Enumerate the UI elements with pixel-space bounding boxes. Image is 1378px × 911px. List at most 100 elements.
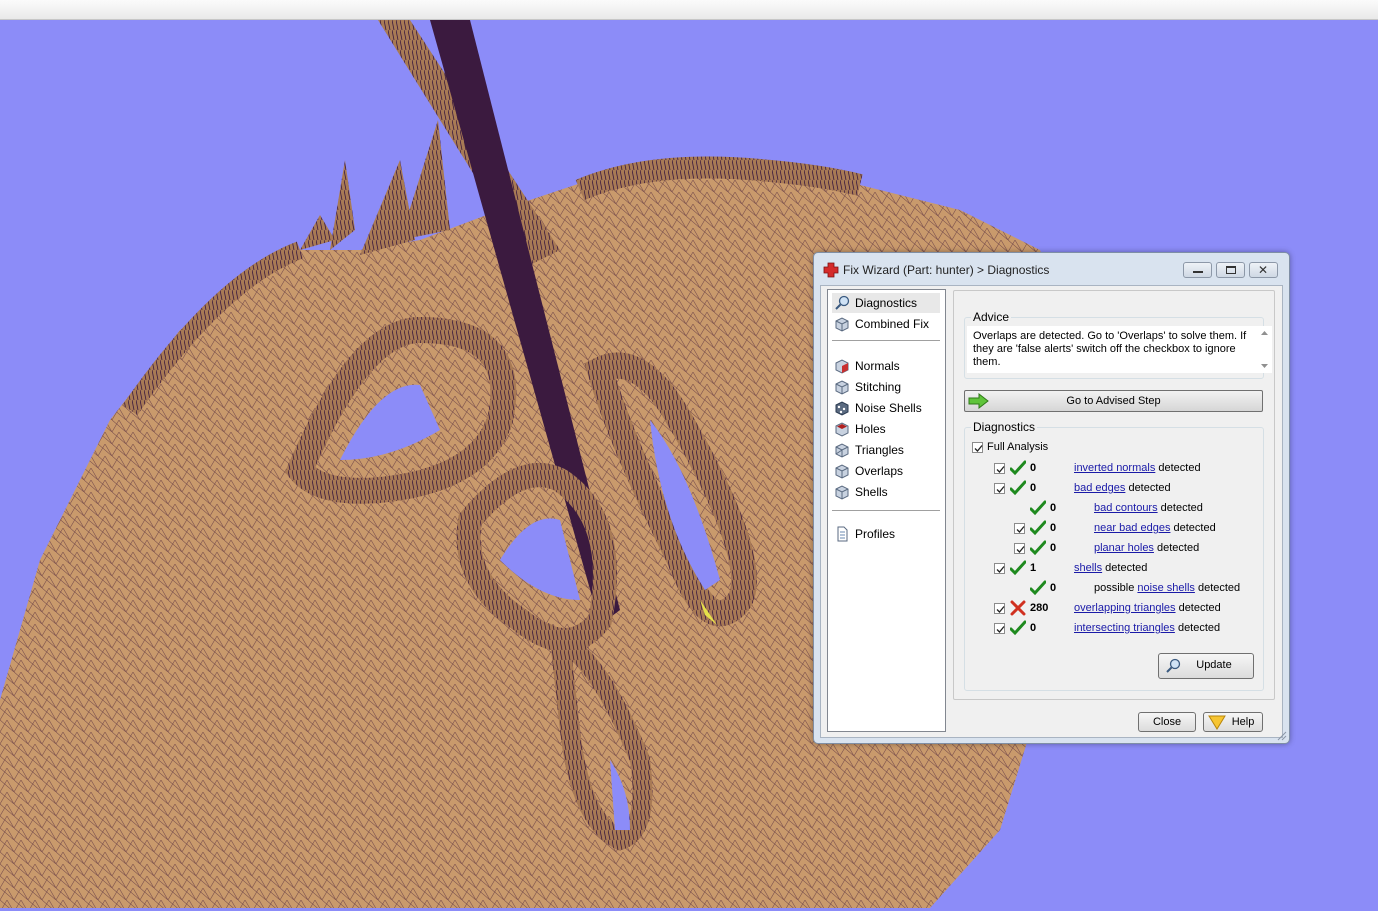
full-analysis-checkbox-row[interactable]: Full Analysis [972, 439, 1172, 457]
diagnostic-link[interactable]: bad edges [1074, 482, 1125, 494]
diagnostic-text: intersecting triangles detected [1074, 622, 1220, 634]
minimize-button[interactable] [1183, 262, 1212, 278]
update-button[interactable]: Update [1158, 653, 1254, 679]
shells-cube-icon [834, 484, 850, 500]
diagnostic-prefix: possible [1094, 582, 1138, 594]
title-bar[interactable]: Fix Wizard (Part: hunter) > Diagnostics … [814, 253, 1289, 285]
nav-separator [832, 340, 940, 341]
diagnostic-checkbox[interactable] [1014, 523, 1025, 534]
detected-label: detected [1155, 462, 1201, 474]
green-check-icon [1029, 520, 1047, 536]
close-button[interactable]: Close [1138, 712, 1196, 732]
diagnostic-text: planar holes detected [1094, 542, 1199, 554]
window-title: Fix Wizard (Part: hunter) > Diagnostics [843, 263, 1050, 277]
go-to-advised-step-button[interactable]: Go to Advised Step [964, 390, 1263, 412]
diagnostic-text: overlapping triangles detected [1074, 602, 1221, 614]
maximize-button[interactable] [1216, 262, 1245, 278]
diagnostic-text: shells detected [1074, 562, 1147, 574]
nav-item-shells[interactable]: Shells [832, 482, 940, 502]
diagnostic-count: 280 [1030, 602, 1049, 614]
maximize-icon [1226, 266, 1236, 274]
full-analysis-checkbox[interactable] [972, 442, 983, 453]
detected-label: detected [1157, 502, 1203, 514]
diagnostic-checkbox[interactable] [994, 483, 1005, 494]
diagnostic-link[interactable]: bad contours [1094, 502, 1158, 514]
diagnostic-checkbox[interactable] [994, 563, 1005, 574]
advice-label: Advice [971, 310, 1012, 324]
diagnostic-count: 0 [1050, 522, 1057, 534]
diagnostic-checkbox[interactable] [994, 623, 1005, 634]
diagnostic-link[interactable]: shells [1074, 562, 1102, 574]
diagnostic-text: possible noise shells detected [1094, 582, 1240, 594]
diagnostic-count: 0 [1050, 542, 1057, 554]
diagnostic-count: 1 [1030, 562, 1037, 574]
nav-item-profiles[interactable]: Profiles [832, 524, 940, 544]
diagnostic-text: inverted normals detected [1074, 462, 1201, 474]
advice-group: Advice Overlaps are detected. Go to 'Ove… [964, 310, 1272, 379]
nav-item-overlaps[interactable]: Overlaps [832, 461, 940, 481]
diagnostic-checkbox[interactable] [994, 463, 1005, 474]
diagnostic-checkbox[interactable] [1014, 543, 1025, 554]
diagnostics-label: Diagnostics [971, 420, 1038, 434]
detected-label: detected [1102, 562, 1148, 574]
stitching-cube-icon [834, 379, 850, 395]
resize-grip-icon[interactable] [1275, 729, 1287, 741]
nav-item-diagnostics[interactable]: Diagnostics [832, 293, 940, 313]
scroll-arrows-icon [1261, 331, 1268, 368]
nav-separator [832, 510, 940, 511]
green-check-icon [1009, 560, 1027, 576]
diagnostic-row: 0 bad contours detected [954, 500, 1264, 518]
diagnostic-count: 0 [1030, 482, 1037, 494]
triangles-cube-icon [834, 442, 850, 458]
diagnostic-link[interactable]: overlapping triangles [1074, 602, 1176, 614]
magnifier-icon [834, 295, 850, 311]
green-check-icon [1009, 620, 1027, 636]
diagnostic-link[interactable]: near bad edges [1094, 522, 1170, 534]
netfabb-cross-icon [823, 262, 839, 278]
diagnostic-row: 0 bad edges detected [954, 480, 1264, 498]
diagnostic-row: 0 planar holes detected [954, 540, 1264, 558]
diagnostic-link[interactable]: intersecting triangles [1074, 622, 1175, 634]
diagnostic-row: 0 near bad edges detected [954, 520, 1264, 538]
advice-text: Overlaps are detected. Go to 'Overlaps' … [967, 326, 1257, 373]
fix-wizard-dialog: Fix Wizard (Part: hunter) > Diagnostics … [813, 252, 1290, 744]
application-top-bar [0, 0, 1378, 20]
nav-item-noise-shells[interactable]: Noise Shells [832, 398, 940, 418]
diagnostic-link[interactable]: inverted normals [1074, 462, 1155, 474]
holes-cube-icon [834, 421, 850, 437]
diagnostic-link[interactable]: planar holes [1094, 542, 1154, 554]
overlaps-cube-icon [834, 463, 850, 479]
detected-label: detected [1175, 602, 1221, 614]
detected-label: detected [1153, 542, 1200, 554]
nav-item-triangles[interactable]: Triangles [832, 440, 940, 460]
diagnostic-text: bad contours detected [1094, 502, 1203, 514]
cube-icon [834, 316, 850, 332]
noise-shells-icon [834, 400, 850, 416]
detected-label: detected [1125, 482, 1171, 494]
diagnostic-count: 0 [1050, 582, 1057, 594]
help-button[interactable]: Help [1203, 712, 1263, 732]
diagnostic-checkbox[interactable] [994, 603, 1005, 614]
detected-label: detected [1174, 622, 1221, 634]
red-x-icon [1010, 600, 1026, 616]
diagnostic-link[interactable]: noise shells [1137, 582, 1194, 594]
diagnostics-panel: Advice Overlaps are detected. Go to 'Ove… [953, 290, 1275, 700]
advice-scrollbar[interactable] [1257, 326, 1272, 373]
detected-label: detected [1170, 522, 1216, 534]
nav-item-normals[interactable]: Normals [832, 356, 940, 376]
diagnostic-count: 0 [1050, 502, 1057, 514]
close-window-button[interactable]: ✕ [1249, 262, 1278, 278]
green-check-icon [1009, 460, 1027, 476]
diagnostic-text: bad edges detected [1074, 482, 1171, 494]
document-icon [834, 526, 850, 542]
green-check-icon [1009, 480, 1027, 496]
diagnostic-row: 0 intersecting triangles detected [954, 620, 1264, 638]
diagnostic-count: 0 [1030, 622, 1037, 634]
nav-item-holes[interactable]: Holes [832, 419, 940, 439]
green-check-icon [1029, 580, 1047, 596]
diagnostic-row: 280 overlapping triangles detected [954, 600, 1264, 618]
diagnostic-count: 0 [1030, 462, 1037, 474]
nav-item-stitching[interactable]: Stitching [832, 377, 940, 397]
nav-item-combined-fix[interactable]: Combined Fix [832, 314, 940, 334]
green-check-icon [1029, 540, 1047, 556]
